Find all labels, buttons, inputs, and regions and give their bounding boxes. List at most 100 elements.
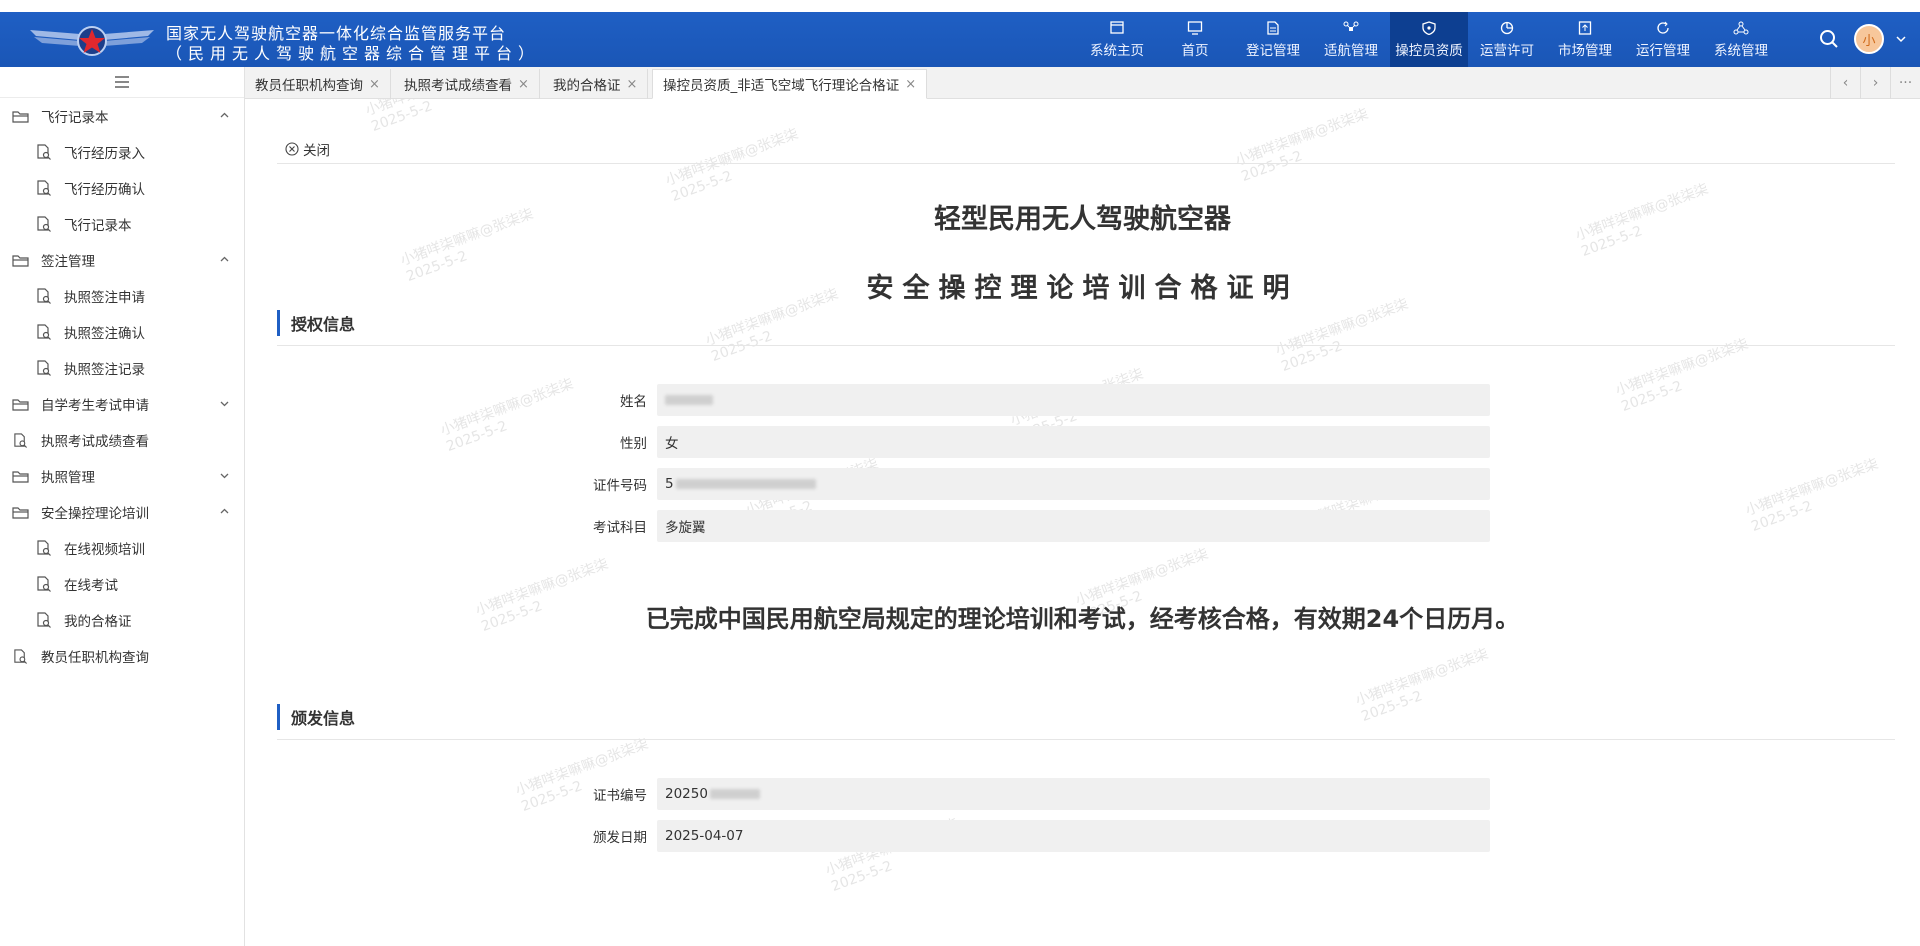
sidebar-group-label: 执照考试成绩查看 (41, 434, 149, 450)
sidebar-item-my-certificate[interactable]: 我的合格证 (0, 602, 244, 638)
nav-airworthiness[interactable]: 适航管理 (1312, 12, 1390, 67)
close-icon[interactable]: × (518, 77, 529, 92)
field-label: 证书编号 (593, 788, 647, 804)
field-label: 姓名 (620, 394, 647, 410)
divider (277, 345, 1895, 346)
tab-scroll-left[interactable]: ‹ (1830, 67, 1860, 99)
sidebar-item-online-video[interactable]: 在线视频培训 (0, 530, 244, 566)
sidebar-group-label: 教员任职机构查询 (41, 650, 149, 666)
sidebar-item-endorsement-confirm[interactable]: 执照签注确认 (0, 314, 244, 350)
sidebar-menu: 飞行记录本 飞行经历录入 飞行经历确认 飞行记录本 签注管理 执照签注申请 执照… (0, 98, 244, 674)
sidebar-item-label: 执照签注申请 (64, 290, 145, 306)
upload-icon (1577, 20, 1593, 35)
certificate-statement: 已完成中国民用航空局规定的理论培训和考试，经考核合格，有效期24个日历月。 (645, 605, 1520, 633)
close-icon[interactable]: × (369, 77, 380, 92)
nav-label: 首页 (1181, 42, 1209, 59)
folder-icon (12, 110, 29, 123)
field-value: 2025-04-07 (657, 820, 1490, 852)
document-search-icon (37, 180, 51, 196)
tab-bar: 教员任职机构查询 × 执照考试成绩查看 × 我的合格证 × 操控员资质_非适飞空域飞行… (245, 67, 1920, 99)
sidebar-group-label: 执照管理 (41, 470, 95, 486)
chevron-down-icon (220, 473, 229, 479)
document-search-icon (37, 216, 51, 232)
nav-operator-qualification[interactable]: 操控员资质 (1390, 12, 1468, 67)
tab-scroll-right[interactable]: › (1860, 67, 1890, 99)
tab-my-certificate[interactable]: 我的合格证 × (543, 69, 649, 99)
document-search-icon (37, 540, 51, 556)
watermark: 小猪咩柒嘛嘛@张柒柒2025-5-2 (663, 126, 801, 205)
field-value: 多旋翼 (657, 510, 1490, 542)
folder-icon (12, 506, 29, 519)
sidebar-item-label: 在线考试 (64, 578, 118, 594)
sidebar-item-license-exam-results[interactable]: 执照考试成绩查看 (0, 422, 244, 458)
sidebar-group-flight-log[interactable]: 飞行记录本 (0, 98, 244, 134)
sidebar-item-instructor-institution[interactable]: 教员任职机构查询 (0, 638, 244, 674)
sidebar: 飞行记录本 飞行经历录入 飞行经历确认 飞行记录本 签注管理 执照签注申请 执照… (0, 67, 245, 946)
user-avatar[interactable]: 小 (1854, 24, 1884, 54)
tab-instructor-institution[interactable]: 教员任职机构查询 × (245, 69, 391, 99)
pie-icon (1499, 21, 1515, 35)
nav-label: 适航管理 (1324, 42, 1378, 59)
redacted-value (709, 789, 760, 799)
tab-more[interactable]: ··· (1890, 67, 1920, 99)
sidebar-group-label: 飞行记录本 (41, 110, 109, 126)
close-button[interactable]: 关闭 (285, 139, 330, 159)
sidebar-group-label: 自学考生考试申请 (41, 398, 149, 414)
document-search-icon (37, 612, 51, 628)
redacted-value (675, 479, 816, 489)
shield-icon (1421, 20, 1437, 35)
field-gender: 性别 女 (495, 426, 1495, 458)
sidebar-group-endorsement[interactable]: 签注管理 (0, 242, 244, 278)
nav-label: 操控员资质 (1395, 42, 1463, 59)
top-nav: 系统主页 首页 登记管理 适航管理 操控员资质 运营许可 市场管理 运行管理 系… (1078, 12, 1780, 67)
menu-toggle[interactable] (0, 67, 244, 98)
hamburger-icon (115, 76, 129, 88)
sidebar-group-self-study-exam[interactable]: 自学考生考试申请 (0, 386, 244, 422)
document-search-icon (37, 324, 51, 340)
cluster-icon (1733, 21, 1749, 35)
nav-market-management[interactable]: 市场管理 (1546, 12, 1624, 67)
tab-label: 教员任职机构查询 (255, 78, 363, 94)
field-exam-subject: 考试科目 多旋翼 (495, 510, 1495, 542)
nav-operation-license[interactable]: 运营许可 (1468, 12, 1546, 67)
sidebar-item-flight-logbook[interactable]: 飞行记录本 (0, 206, 244, 242)
chevron-up-icon (220, 256, 229, 262)
sidebar-item-endorsement-record[interactable]: 执照签注记录 (0, 350, 244, 386)
sidebar-item-endorsement-apply[interactable]: 执照签注申请 (0, 278, 244, 314)
chevron-down-icon (220, 401, 229, 407)
nav-label: 运营许可 (1480, 42, 1534, 59)
sidebar-group-safety-training[interactable]: 安全操控理论培训 (0, 494, 244, 530)
nav-registration[interactable]: 登记管理 (1234, 12, 1312, 67)
sidebar-group-license-management[interactable]: 执照管理 (0, 458, 244, 494)
sidebar-item-flight-entry[interactable]: 飞行经历录入 (0, 134, 244, 170)
close-icon[interactable]: × (905, 77, 916, 92)
nav-system-management[interactable]: 系统管理 (1702, 12, 1780, 67)
tab-operator-certificate[interactable]: 操控员资质_非适飞空域飞行理论合格证 × (652, 69, 928, 99)
field-name: 姓名 (495, 384, 1495, 416)
sidebar-item-online-exam[interactable]: 在线考试 (0, 566, 244, 602)
nav-system-home[interactable]: 系统主页 (1078, 12, 1156, 67)
sidebar-item-flight-confirm[interactable]: 飞行经历确认 (0, 170, 244, 206)
chevron-right-icon: › (1872, 75, 1879, 91)
sidebar-item-label: 我的合格证 (64, 614, 132, 630)
sidebar-item-label: 执照签注记录 (64, 362, 145, 378)
document-search-icon (37, 576, 51, 592)
top-header: 国家无人驾驶航空器一体化综合监管服务平台 （民用无人驾驶航空器综合管理平台） 系… (0, 0, 1920, 67)
more-icon: ··· (1898, 75, 1913, 91)
close-icon[interactable]: × (627, 77, 638, 92)
nav-operation-management[interactable]: 运行管理 (1624, 12, 1702, 67)
field-label: 颁发日期 (593, 830, 647, 846)
nav-label: 市场管理 (1558, 42, 1612, 59)
chevron-down-icon[interactable] (1894, 32, 1908, 46)
tab-license-exam-results[interactable]: 执照考试成绩查看 × (394, 69, 540, 99)
search-icon[interactable] (1818, 28, 1840, 50)
tab-label: 操控员资质_非适飞空域飞行理论合格证 (663, 78, 900, 94)
tab-label: 我的合格证 (553, 78, 621, 94)
sidebar-group-label: 安全操控理论培训 (41, 506, 149, 522)
field-value: 女 (657, 426, 1490, 458)
nav-home[interactable]: 首页 (1156, 12, 1234, 67)
folder-icon (12, 254, 29, 267)
field-value: 20250 (657, 778, 1490, 810)
watermark: 小猪咩柒嘛嘛@张柒柒2025-5-2 (1613, 336, 1751, 415)
sidebar-item-label: 飞行经历录入 (64, 146, 145, 162)
